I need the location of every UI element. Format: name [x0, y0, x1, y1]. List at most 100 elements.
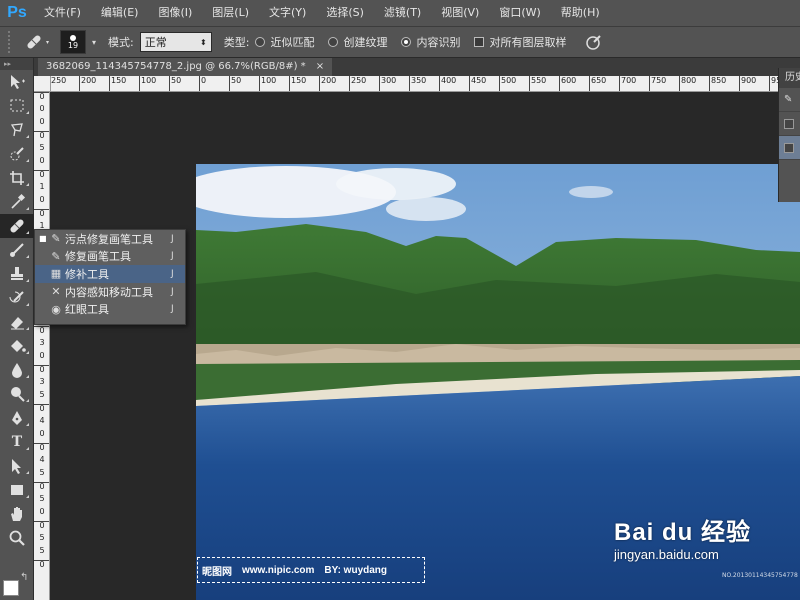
blur-tool-icon[interactable] — [0, 358, 34, 382]
menu-type[interactable]: 文字(Y) — [259, 0, 316, 26]
lasso-tool-icon[interactable] — [0, 118, 34, 142]
zoom-tool-icon[interactable] — [0, 526, 34, 550]
flyout-item-label: 内容感知移动工具 — [65, 285, 153, 299]
rectangle-tool-icon[interactable] — [0, 478, 34, 502]
ruler-h-tick: 0 — [199, 76, 206, 91]
radio-near-match-control[interactable] — [255, 37, 266, 47]
hand-tool-icon[interactable] — [0, 502, 34, 526]
radio-content-aware[interactable]: 内容识别 — [401, 34, 460, 50]
radio-near-match[interactable]: 近似匹配 — [255, 34, 314, 50]
menu-filter[interactable]: 滤镜(T) — [374, 0, 431, 26]
ruler-origin[interactable] — [34, 76, 51, 92]
mode-select[interactable]: 正常 ⬍ — [139, 32, 212, 52]
flyout-item-label: 红眼工具 — [65, 303, 109, 317]
options-grip[interactable] — [8, 31, 14, 53]
healing-brush-icon — [27, 35, 49, 49]
ruler-v-tick: 1 — [39, 182, 45, 191]
flyout-item-patch-tool[interactable]: ▦ 修补工具 J — [35, 265, 185, 283]
content-aware-move-icon: ✕ — [51, 285, 61, 299]
menu-window[interactable]: 窗口(W) — [489, 0, 550, 26]
ruler-v-tick: 5 — [39, 390, 45, 399]
radio-create-texture[interactable]: 创建纹理 — [328, 34, 387, 50]
marquee-tool-icon[interactable] — [0, 94, 34, 118]
ruler-v-tick: 5 — [39, 533, 45, 542]
pressure-size-icon[interactable] — [584, 32, 604, 52]
ruler-h-tick: 150 — [289, 76, 306, 91]
brush-picker[interactable]: 19 — [60, 30, 86, 54]
flyout-item-label: 修复画笔工具 — [65, 250, 131, 264]
flyout-item-spot-healing-brush[interactable]: ■ ✎ 污点修复画笔工具 J — [35, 230, 185, 248]
sample-all-layers-checkbox[interactable] — [474, 37, 485, 47]
mode-select-value: 正常 — [144, 36, 167, 49]
ruler-h-tick: 250 — [51, 76, 66, 91]
close-icon[interactable]: × — [316, 58, 324, 76]
radio-create-texture-control[interactable] — [328, 37, 339, 47]
canvas-area[interactable]: 昵图网 www.nipic.com BY: wuydang Bai du 经验 … — [51, 92, 800, 600]
menu-bar: Ps 文件(F) 编辑(E) 图像(I) 图层(L) 文字(Y) 选择(S) 滤… — [0, 0, 800, 26]
foreground-color-swatch[interactable] — [3, 580, 19, 596]
ruler-v-tick: 0 — [39, 429, 45, 438]
flyout-item-healing-brush[interactable]: ✎ 修复画笔工具 J — [35, 248, 185, 266]
ruler-h-tick: 200 — [79, 76, 96, 91]
ruler-h-tick: 750 — [649, 76, 666, 91]
tools-panel: ▸▸ T ↰ — [0, 58, 34, 600]
brush-picker-chevron-icon[interactable]: ▾ — [92, 38, 96, 47]
history-brush-tool-icon[interactable] — [0, 286, 34, 310]
options-bar: 19 ▾ 模式: 正常 ⬍ 类型: 近似匹配 创建纹理 内容识别 对所有图层取样 — [0, 26, 800, 58]
document-tab[interactable]: 3682069_114345754778_2.jpg @ 66.7%(RGB/8… — [38, 58, 333, 76]
crop-tool-icon[interactable] — [0, 166, 34, 190]
swap-colors-icon[interactable]: ↰ — [20, 572, 28, 583]
menu-help[interactable]: 帮助(H) — [551, 0, 610, 26]
history-state-checkbox[interactable] — [784, 118, 794, 129]
ruler-v-tick: 0 — [34, 560, 49, 569]
dodge-tool-icon[interactable] — [0, 382, 34, 406]
horizontal-ruler[interactable]: 250 200 150 100 50 0 50 100 150 200 250 300 350 400 45… — [51, 76, 800, 92]
brush-tool-icon[interactable] — [0, 238, 34, 262]
path-selection-tool-icon[interactable] — [0, 454, 34, 478]
clone-stamp-tool-icon[interactable] — [0, 262, 34, 286]
baidu-logo: Bai du 经验 — [614, 519, 752, 546]
select-arrows-icon: ⬍ — [200, 37, 207, 47]
ruler-v-tick: 0 — [39, 104, 45, 113]
menu-edit[interactable]: 编辑(E) — [91, 0, 149, 26]
quick-selection-tool-icon[interactable] — [0, 142, 34, 166]
eyedropper-tool-icon[interactable] — [0, 190, 34, 214]
flyout-item-content-aware-move[interactable]: ✕ 内容感知移动工具 J — [35, 283, 185, 301]
menu-select[interactable]: 选择(S) — [316, 0, 374, 26]
eraser-tool-icon[interactable] — [0, 310, 34, 334]
tools-panel-collapse[interactable]: ▸▸ — [0, 58, 33, 70]
ruler-v-tick: 0 — [34, 131, 49, 140]
ruler-v-tick: 0 — [34, 521, 49, 530]
history-state-row[interactable] — [779, 112, 800, 136]
menu-image[interactable]: 图像(I) — [148, 0, 202, 26]
color-swatches[interactable]: ↰ — [3, 572, 31, 600]
menu-layer[interactable]: 图层(L) — [202, 0, 259, 26]
photoshop-logo: Ps — [7, 4, 27, 21]
ruler-h-tick: 150 — [109, 76, 126, 91]
paint-bucket-tool-icon[interactable] — [0, 334, 34, 358]
document-tab-title: 3682069_114345754778_2.jpg @ 66.7%(RGB/8… — [46, 61, 306, 72]
ruler-v-tick: 3 — [39, 377, 45, 386]
tool-preset-picker[interactable] — [20, 30, 54, 54]
radio-content-aware-control[interactable] — [401, 37, 412, 47]
menu-view[interactable]: 视图(V) — [431, 0, 489, 26]
ruler-v-tick: 0 — [34, 209, 49, 218]
sample-all-layers[interactable]: 对所有图层取样 — [474, 34, 566, 50]
flyout-item-red-eye[interactable]: ◉ 红眼工具 J — [35, 300, 185, 318]
history-panel-title[interactable]: 历史 — [779, 68, 800, 88]
healing-brush-tool-icon[interactable] — [0, 214, 34, 238]
type-tool-icon[interactable]: T — [0, 430, 34, 454]
history-state-row-selected[interactable] — [779, 136, 800, 160]
pen-tool-icon[interactable] — [0, 406, 34, 430]
ruler-v-tick: 0 — [34, 482, 49, 491]
ruler-h-tick: 400 — [439, 76, 456, 91]
history-state-checkbox[interactable] — [784, 142, 794, 153]
menu-file[interactable]: 文件(F) — [34, 0, 91, 26]
move-tool-icon[interactable] — [0, 70, 34, 94]
ruler-v-tick: 3 — [39, 338, 45, 347]
ruler-h-tick: 900 — [739, 76, 756, 91]
ruler-v-tick: 0 — [34, 92, 49, 101]
ruler-h-tick: 850 — [709, 76, 726, 91]
vertical-ruler[interactable]: 0000500100150200250300350400450500550 — [34, 92, 50, 600]
history-snapshot-row[interactable]: ✎ — [779, 88, 800, 112]
